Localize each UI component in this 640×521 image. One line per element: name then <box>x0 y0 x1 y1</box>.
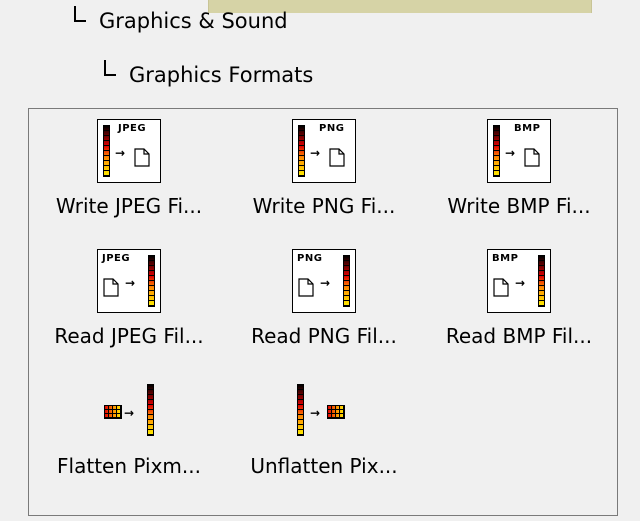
palette-item-write-png[interactable]: PNG → Write PNG Fi... <box>226 119 422 218</box>
read-jpeg-icon: JPEG → <box>97 249 161 313</box>
read-png-icon: PNG → <box>292 249 356 313</box>
unflatten-pixmap-icon: → <box>292 379 356 443</box>
palette-item-read-png[interactable]: PNG → Read PNG Fil... <box>226 249 422 348</box>
palette-item-flatten-pixmap[interactable]: → Flatten Pixm... <box>31 379 227 478</box>
palette-item-label: Write BMP Fi... <box>447 194 591 218</box>
palette-item-label: Flatten Pixm... <box>57 454 201 478</box>
palette-item-read-bmp[interactable]: BMP → Read BMP Fil... <box>421 249 617 348</box>
palette-item-label: Write JPEG Fi... <box>55 194 203 218</box>
breadcrumb-graphics-sound[interactable]: Graphics & Sound <box>74 6 288 33</box>
write-jpeg-icon: JPEG → <box>97 119 161 183</box>
tree-connector-icon <box>104 60 116 76</box>
flatten-pixmap-icon: → <box>97 379 161 443</box>
breadcrumb-graphics-formats[interactable]: Graphics Formats <box>104 60 313 87</box>
palette-item-label: Read PNG Fil... <box>251 324 397 348</box>
palette-item-label: Read BMP Fil... <box>445 324 593 348</box>
palette-item-write-bmp[interactable]: BMP → Write BMP Fi... <box>421 119 617 218</box>
palette-item-label: Write PNG Fi... <box>252 194 396 218</box>
palette-item-unflatten-pixmap[interactable]: → Unflatten Pix... <box>226 379 422 478</box>
breadcrumb-label: Graphics Formats <box>129 63 314 87</box>
palette-item-label: Unflatten Pix... <box>250 454 398 478</box>
palette-item-read-jpeg[interactable]: JPEG → Read JPEG Fil... <box>31 249 227 348</box>
read-bmp-icon: BMP → <box>487 249 551 313</box>
write-png-icon: PNG → <box>292 119 356 183</box>
tree-connector-icon <box>74 6 86 22</box>
function-palette: JPEG → Write JPEG Fi... PNG → Write PNG … <box>28 108 618 516</box>
write-bmp-icon: BMP → <box>487 119 551 183</box>
breadcrumb-label: Graphics & Sound <box>99 9 288 33</box>
palette-item-label: Read JPEG Fil... <box>54 324 204 348</box>
palette-item-write-jpeg[interactable]: JPEG → Write JPEG Fi... <box>31 119 227 218</box>
